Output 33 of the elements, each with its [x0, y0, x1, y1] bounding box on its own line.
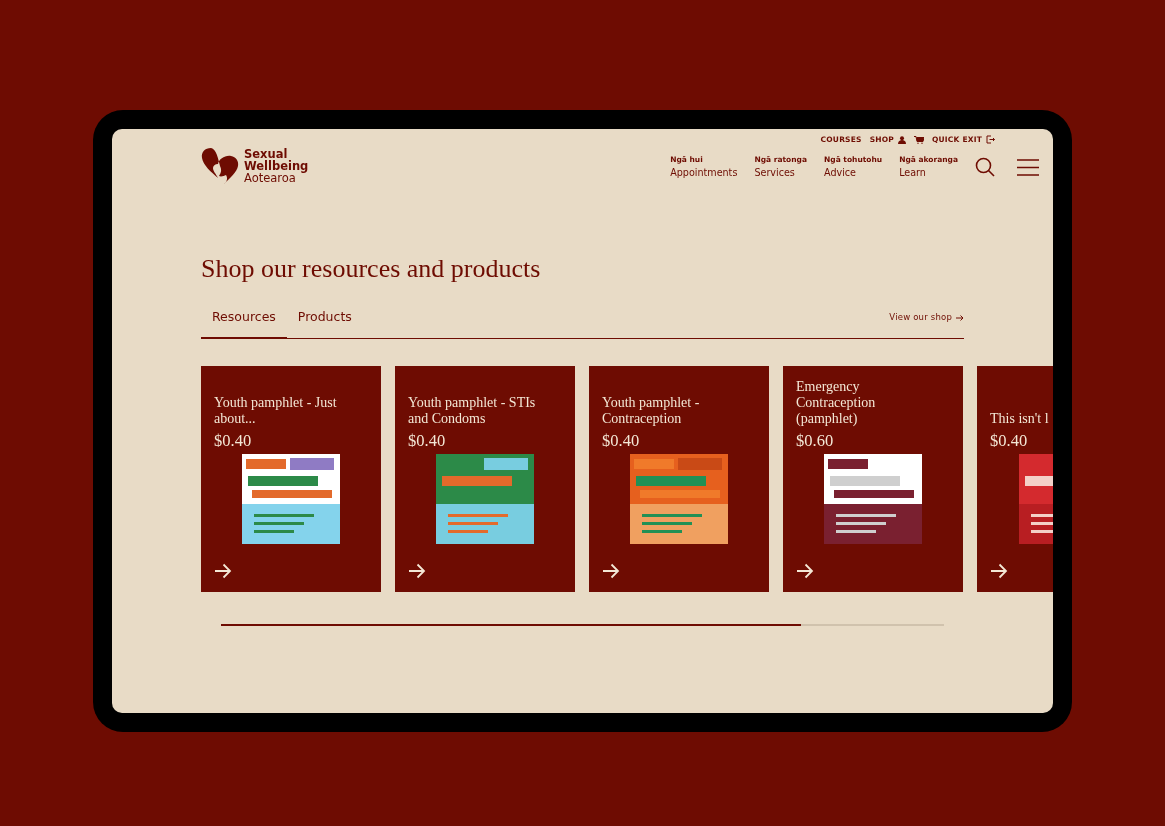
- tab[interactable]: Resources: [201, 308, 287, 339]
- product-title: Youth pamphlet - Just about...: [214, 394, 338, 427]
- product-price: $0.40: [602, 430, 641, 451]
- exit-icon: [986, 135, 995, 145]
- arrow-right-icon[interactable]: [990, 562, 1008, 579]
- product-title: Youth pamphlet - STIs and Condoms: [408, 394, 537, 427]
- logo-text[interactable]: Sexual Wellbeing Aotearoa: [244, 148, 309, 184]
- product-title: Youth pamphlet - Contraception: [602, 394, 701, 427]
- cart-icon[interactable]: [914, 135, 924, 144]
- product-price: $0.40: [990, 430, 1029, 451]
- scrollbar-thumb[interactable]: [221, 623, 801, 626]
- product-card[interactable]: This isn't l $0.40: [977, 365, 1053, 592]
- view-shop-link[interactable]: View our shop: [889, 311, 964, 338]
- product-card[interactable]: Youth pamphlet - Contraception $0.40: [589, 365, 769, 592]
- product-price: $0.40: [214, 430, 253, 451]
- product-title: This isn't l: [990, 410, 1049, 427]
- product-card[interactable]: Emergency Contraception (pamphlet) $0.60: [783, 365, 963, 592]
- product-title: Emergency Contraception (pamphlet): [796, 378, 877, 427]
- arrow-right-icon[interactable]: [796, 562, 814, 579]
- search-icon[interactable]: [975, 157, 995, 178]
- arrow-right-icon[interactable]: [214, 562, 232, 579]
- arrow-right-icon[interactable]: [602, 562, 620, 579]
- menu-icon[interactable]: [1017, 158, 1039, 176]
- page-heading: Shop our resources and products: [201, 253, 542, 285]
- product-card[interactable]: Youth pamphlet - Just about... $0.40: [201, 365, 381, 592]
- product-price: $0.40: [408, 430, 447, 451]
- arrow-right-icon[interactable]: [408, 562, 426, 579]
- logo-icon: [201, 147, 240, 185]
- arrow-right-icon: [956, 313, 964, 322]
- product-card[interactable]: Youth pamphlet - STIs and Condoms $0.40: [395, 365, 575, 592]
- product-price: $0.60: [796, 430, 835, 451]
- person-icon: [898, 135, 906, 144]
- tab[interactable]: Products: [286, 308, 363, 339]
